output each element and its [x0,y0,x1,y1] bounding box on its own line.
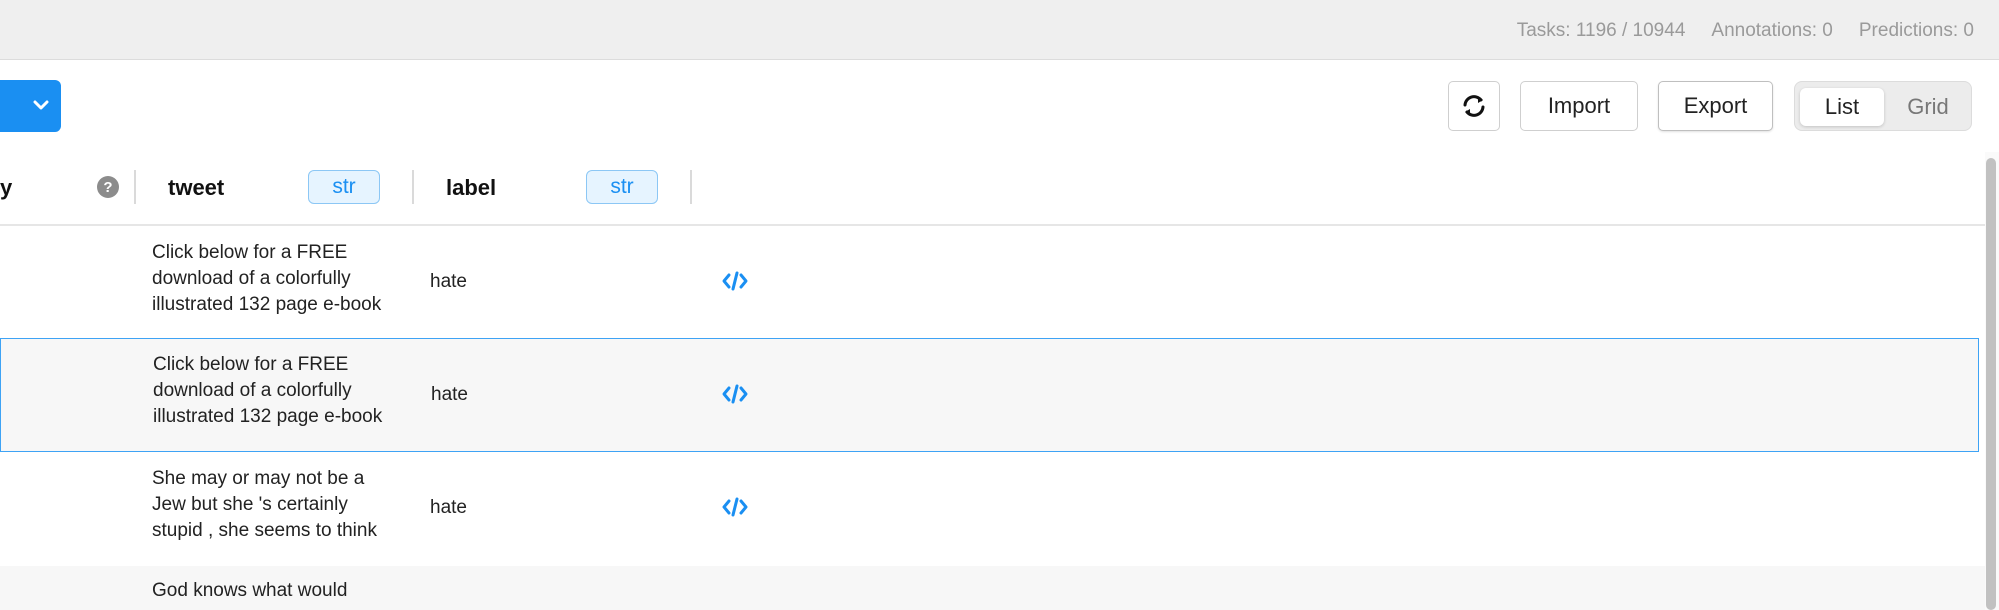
label-cell: hate [431,384,468,405]
top-status-bar: Tasks: 1196 / 10944 Annotations: 0 Predi… [0,0,1999,60]
table-row[interactable]: Click below for a FREE download of a col… [0,226,1985,340]
scrollbar-thumb[interactable] [1986,158,1996,610]
predictions-count: Predictions: 0 [1858,20,1974,41]
column-type-badge-tweet: str [308,170,380,204]
help-icon[interactable]: ? [97,176,119,198]
annotations-count: Annotations: 0 [1711,20,1833,41]
refresh-icon [1463,95,1485,117]
actions-dropdown[interactable] [0,80,61,132]
table-row[interactable]: God knows what would [0,566,1985,610]
column-header-y[interactable]: y [0,152,12,224]
code-view-icon[interactable] [722,270,748,292]
label-cell: hate [430,497,467,518]
code-view-icon[interactable] [722,496,748,518]
column-separator[interactable] [134,170,136,204]
code-view-icon[interactable] [722,383,748,405]
table-row[interactable]: She may or may not be a Jew but she 's c… [0,452,1985,566]
column-header-label[interactable]: label [446,152,496,224]
tweet-cell: Click below for a FREE download of a col… [153,354,383,427]
tweet-cell: God knows what would [152,580,348,601]
tweet-cell: She may or may not be a Jew but she 's c… [152,468,377,541]
table-row-selected[interactable]: Click below for a FREE download of a col… [0,338,1979,452]
chevron-down-icon [33,100,49,110]
toolbar: Import Export List Grid [0,60,1999,152]
column-type-badge-label: str [586,170,658,204]
table-header: y tweet str label str [0,152,1985,226]
project-stats: Tasks: 1196 / 10944 Annotations: 0 Predi… [1517,20,1974,42]
tweet-cell: Click below for a FREE download of a col… [152,242,382,315]
column-header-tweet[interactable]: tweet [168,152,224,224]
refresh-button[interactable] [1448,81,1500,131]
grid-view-button[interactable]: Grid [1889,88,1967,126]
list-view-button[interactable]: List [1800,88,1884,126]
column-separator[interactable] [412,170,414,204]
column-separator[interactable] [690,170,692,204]
view-toggle: List Grid [1794,81,1972,131]
tasks-count: Tasks: 1196 / 10944 [1516,20,1686,41]
label-cell: hate [430,271,467,292]
export-button[interactable]: Export [1658,81,1773,131]
import-button[interactable]: Import [1520,81,1638,131]
